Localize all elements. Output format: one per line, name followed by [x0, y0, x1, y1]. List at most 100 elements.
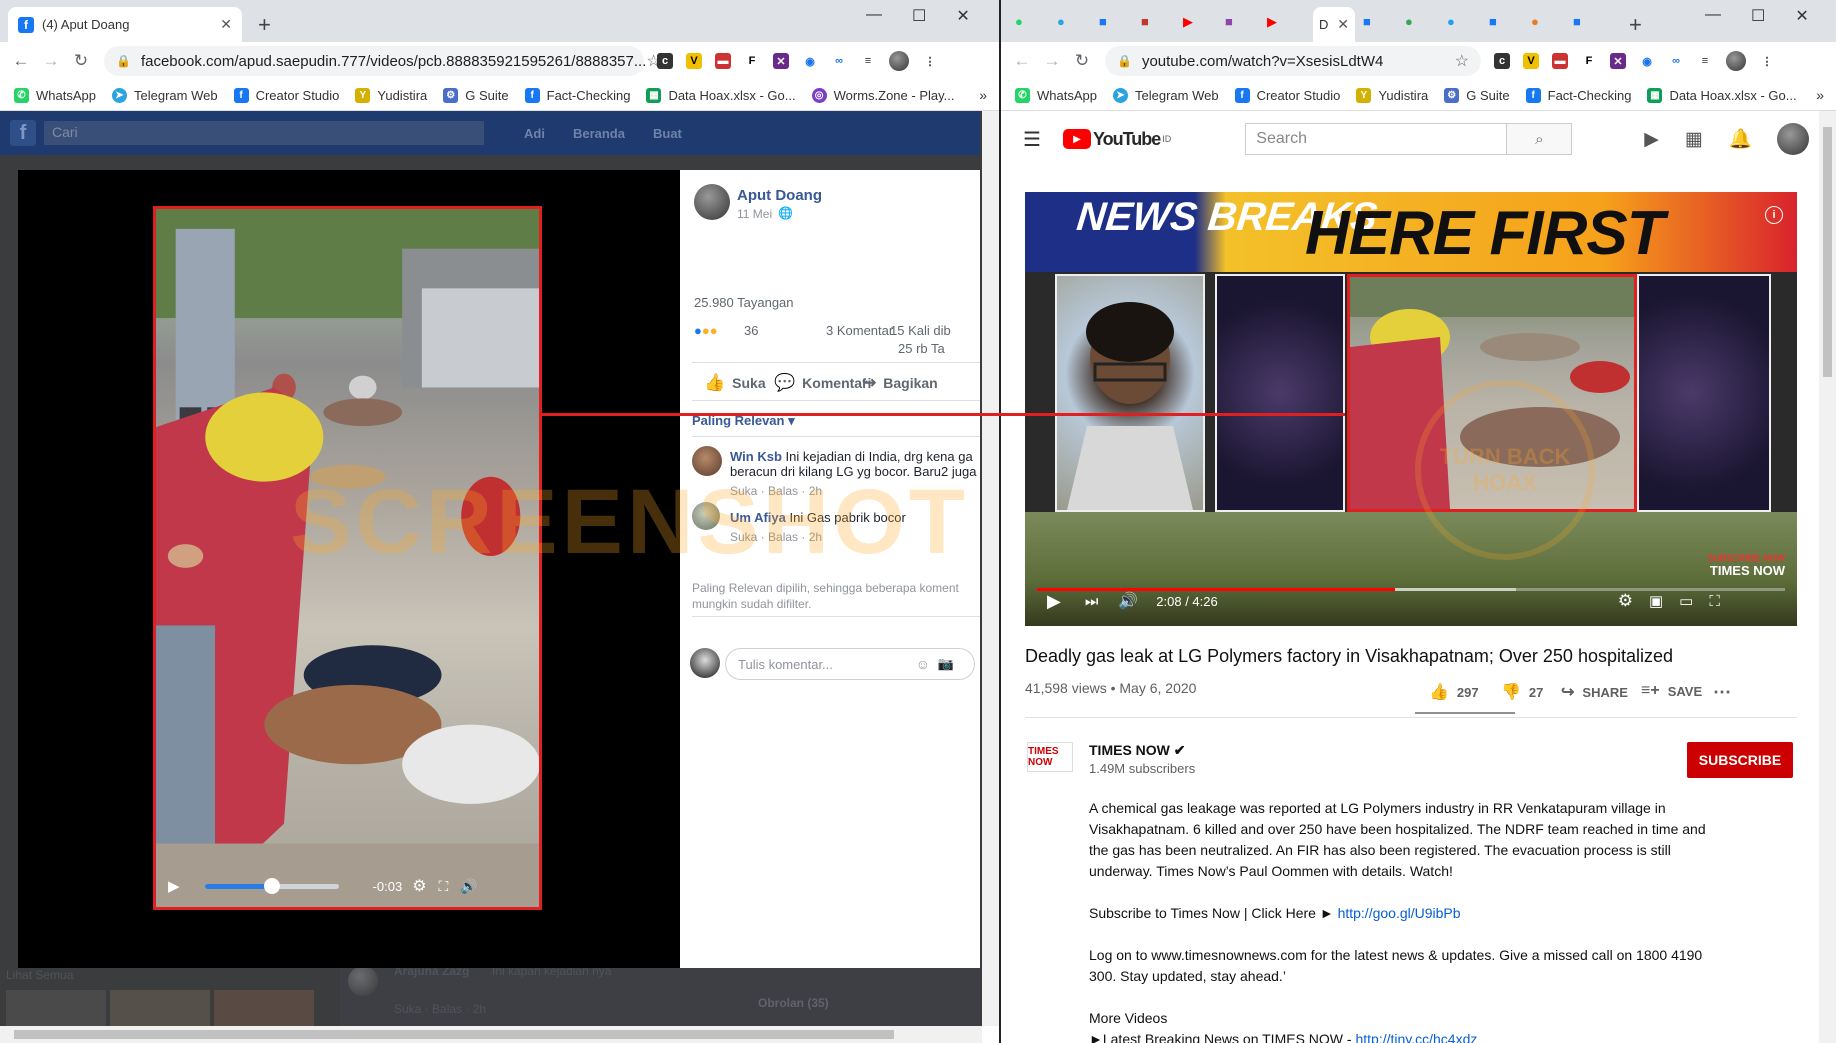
close-window-icon[interactable]: ✕	[956, 6, 969, 26]
bookmark-telegram[interactable]: ➤ Telegram Web	[111, 87, 218, 103]
comment-avatar[interactable]	[692, 502, 720, 530]
reload-icon[interactable]: ↻	[66, 51, 96, 71]
forward-icon[interactable]: →	[36, 51, 66, 71]
like-button[interactable]: 👍 Suka	[704, 373, 766, 393]
profile-avatar[interactable]	[1726, 51, 1746, 71]
thumbnail[interactable]	[6, 990, 106, 1026]
extension-icon[interactable]: V	[1523, 53, 1539, 69]
next-icon[interactable]: ⏭	[1085, 593, 1099, 610]
notifications-bell-icon[interactable]: 🔔	[1729, 127, 1753, 151]
extension-icon[interactable]: ∞	[831, 53, 847, 69]
info-icon[interactable]: i	[1765, 206, 1783, 224]
more-actions-icon[interactable]: ⋯	[1713, 682, 1731, 703]
menu-icon[interactable]: ⋮	[1759, 53, 1775, 69]
extension-icon[interactable]: F	[1581, 53, 1597, 69]
extension-icon[interactable]: c	[1494, 53, 1510, 69]
description-link[interactable]: http://goo.gl/U9ibPb	[1338, 905, 1461, 921]
bookmark-gsuite[interactable]: ⚙ G Suite	[443, 87, 509, 103]
save-button[interactable]: ≡+ SAVE	[1641, 682, 1702, 700]
fullscreen-icon[interactable]: ⛶	[439, 878, 449, 895]
bookmark-whatsapp[interactable]: ✆ WhatsApp	[14, 87, 96, 103]
tab-youtube-active[interactable]: D ✕	[1313, 7, 1355, 42]
account-avatar[interactable]	[1776, 123, 1809, 155]
play-icon[interactable]: ▶	[1047, 591, 1061, 612]
emoji-icon[interactable]: ☺	[916, 656, 930, 672]
author-avatar[interactable]	[694, 184, 730, 220]
scrollbar-thumb[interactable]	[14, 1030, 894, 1039]
bookmark-worms-zone[interactable]: ◎ Worms.Zone - Play...	[811, 87, 954, 103]
bookmark-whatsapp[interactable]: ✆ WhatsApp	[1015, 87, 1097, 103]
post-author[interactable]: Aput Doang	[737, 187, 822, 204]
bookmark-creator-studio[interactable]: f Creator Studio	[233, 87, 339, 103]
extension-icon[interactable]: ▬	[715, 53, 731, 69]
media-icon[interactable]: ≡	[1697, 53, 1713, 69]
profile-avatar[interactable]	[889, 51, 909, 71]
thumbnail[interactable]	[214, 990, 314, 1026]
facebook-tab-icon[interactable]: ■	[1573, 14, 1581, 29]
description-link[interactable]: http://tiny.cc/hc4xdz	[1355, 1031, 1477, 1043]
create-video-icon[interactable]: ▶	[1644, 128, 1659, 151]
reload-icon[interactable]: ↻	[1067, 51, 1097, 71]
extension-icon[interactable]: ◉	[802, 53, 818, 69]
bookmark-data-hoax[interactable]: ▦ Data Hoax.xlsx - Go...	[646, 87, 796, 103]
back-icon[interactable]: ←	[6, 51, 36, 71]
minimize-icon[interactable]: —	[866, 6, 882, 26]
address-bar[interactable]: 🔒 facebook.com/apud.saepudin.777/videos/…	[104, 46, 661, 76]
dislike-button[interactable]: 👎 27	[1501, 682, 1543, 702]
channel-avatar[interactable]: TIMES NOW	[1027, 742, 1073, 772]
back-icon[interactable]: ←	[1007, 51, 1037, 71]
tab-icon[interactable]: ■	[1225, 14, 1233, 29]
fullscreen-icon[interactable]: ⛶	[1709, 593, 1720, 610]
close-tab-icon[interactable]: ✕	[1337, 16, 1349, 33]
extension-icon[interactable]: c	[657, 53, 673, 69]
youtube-video-player[interactable]: NEWS BREAKS HERE FIRST i TURN BACK HOAX …	[1025, 192, 1797, 626]
bookmark-yudistira[interactable]: Y Yudistira	[355, 87, 427, 103]
thumbnail[interactable]	[110, 990, 210, 1026]
bookmark-creator-studio[interactable]: f Creator Studio	[1234, 87, 1340, 103]
vertical-scrollbar[interactable]	[982, 111, 999, 1026]
bookmark-fact-checking[interactable]: f Fact-Checking	[1525, 87, 1631, 103]
like-button[interactable]: 👍 297	[1429, 682, 1479, 702]
extension-icon[interactable]: ◉	[1639, 53, 1655, 69]
facebook-tab-icon[interactable]: ■	[1099, 14, 1107, 29]
extension-icon[interactable]: ▬	[1552, 53, 1568, 69]
twitter-tab-icon[interactable]: ●	[1447, 14, 1455, 29]
hamburger-menu-icon[interactable]: ☰	[1023, 127, 1041, 152]
telegram-tab-icon[interactable]: ●	[1057, 14, 1065, 29]
bookmark-data-hoax[interactable]: ▦ Data Hoax.xlsx - Go...	[1647, 87, 1797, 103]
settings-icon[interactable]: ⚙	[1618, 591, 1633, 611]
new-tab-button[interactable]: +	[258, 12, 271, 38]
reaction-icons[interactable]: ●●●	[694, 323, 718, 338]
subscribe-button[interactable]: SUBSCRIBE	[1687, 742, 1793, 778]
comment-input[interactable]: Tulis komentar... ☺ 📷	[725, 648, 975, 680]
search-icon[interactable]: ⌕	[1507, 123, 1573, 155]
video-progress-slider[interactable]	[204, 877, 339, 894]
more-bookmarks-icon[interactable]: »	[1816, 87, 1824, 103]
settings-icon[interactable]: ⚙	[412, 876, 426, 896]
tab-icon[interactable]: ■	[1141, 14, 1149, 29]
maps-tab-icon[interactable]: ●	[1405, 14, 1413, 29]
comment-author[interactable]: Um Afiya	[730, 510, 786, 525]
post-date[interactable]: 11 Mei	[737, 207, 772, 221]
volume-icon[interactable]: 🔊	[460, 878, 477, 895]
comment-count[interactable]: 3 Komentar	[826, 323, 893, 338]
tab-facebook[interactable]: f (4) Aput Doang ✕	[8, 7, 242, 42]
extension-icon[interactable]: F	[744, 53, 760, 69]
play-icon[interactable]: ▶	[168, 877, 180, 895]
youtube-logo[interactable]: ▶ YouTube ID	[1062, 129, 1171, 150]
maximize-icon[interactable]: ☐	[1751, 6, 1765, 26]
forward-icon[interactable]: →	[1037, 51, 1067, 71]
extension-icon[interactable]: ∞	[1668, 53, 1684, 69]
youtube-tab-icon[interactable]: ▶	[1183, 14, 1193, 30]
facebook-search-input[interactable]: Cari	[44, 121, 484, 145]
bookmark-star-icon[interactable]: ☆	[1455, 51, 1469, 71]
close-tab-icon[interactable]: ✕	[220, 16, 232, 33]
search-input[interactable]: Search	[1245, 123, 1508, 155]
comment-author[interactable]: Win Ksb	[730, 449, 782, 464]
facebook-logo-icon[interactable]: f	[10, 120, 36, 146]
share-button[interactable]: ↪ SHARE	[1561, 682, 1628, 702]
comment-meta[interactable]: Suka · Balas · 2h	[730, 484, 980, 498]
facebook-tab-icon[interactable]: ■	[1363, 14, 1371, 29]
chat-sidebar-label[interactable]: Obrolan (35)	[758, 996, 829, 1010]
extension-icon[interactable]: ✕	[1610, 53, 1626, 69]
